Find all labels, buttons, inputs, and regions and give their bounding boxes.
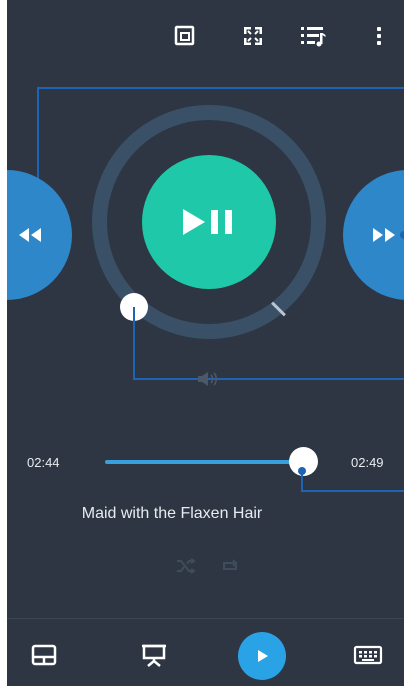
repeat-button[interactable] xyxy=(219,556,241,576)
top-toolbar xyxy=(7,0,404,72)
total-time: 02:49 xyxy=(351,455,384,470)
annotation-forward-dot xyxy=(400,231,404,239)
fullscreen-button[interactable] xyxy=(237,20,269,52)
rewind-icon xyxy=(19,228,41,242)
screen: 02:44 02:49 Maid with the Flaxen Hair xyxy=(0,0,404,686)
fast-forward-icon xyxy=(373,228,395,242)
play-pause-button[interactable] xyxy=(142,155,276,289)
track-title: Maid with the Flaxen Hair xyxy=(81,505,263,522)
keyboard-button[interactable] xyxy=(351,638,385,672)
media-play-button[interactable] xyxy=(238,632,286,680)
repeat-icon xyxy=(223,559,238,570)
playlist-button[interactable] xyxy=(297,20,329,52)
seek-bar[interactable] xyxy=(105,460,305,464)
presentation-button[interactable] xyxy=(137,638,171,672)
touchpad-button[interactable] xyxy=(27,638,61,672)
fast-forward-button[interactable] xyxy=(343,170,404,300)
more-vert-icon xyxy=(377,27,381,45)
bottom-divider xyxy=(7,618,404,619)
touchpad-icon xyxy=(31,644,57,666)
media-remote-app: 02:44 02:49 Maid with the Flaxen Hair xyxy=(7,0,404,686)
more-options-button[interactable] xyxy=(363,20,395,52)
volume-icon xyxy=(198,372,218,386)
play-pause-icon xyxy=(183,209,232,235)
elapsed-time: 02:44 xyxy=(27,455,60,470)
rewind-button[interactable] xyxy=(7,170,72,300)
shuffle-button[interactable] xyxy=(175,556,197,576)
fullscreen-icon xyxy=(244,27,262,45)
media-play-icon xyxy=(258,650,268,662)
shuffle-icon xyxy=(177,558,196,574)
cast-screen-icon xyxy=(174,25,195,46)
cast-screen-button[interactable] xyxy=(169,20,201,52)
presentation-icon xyxy=(142,644,166,667)
keyboard-icon xyxy=(353,645,383,665)
playlist-icon xyxy=(301,27,326,47)
